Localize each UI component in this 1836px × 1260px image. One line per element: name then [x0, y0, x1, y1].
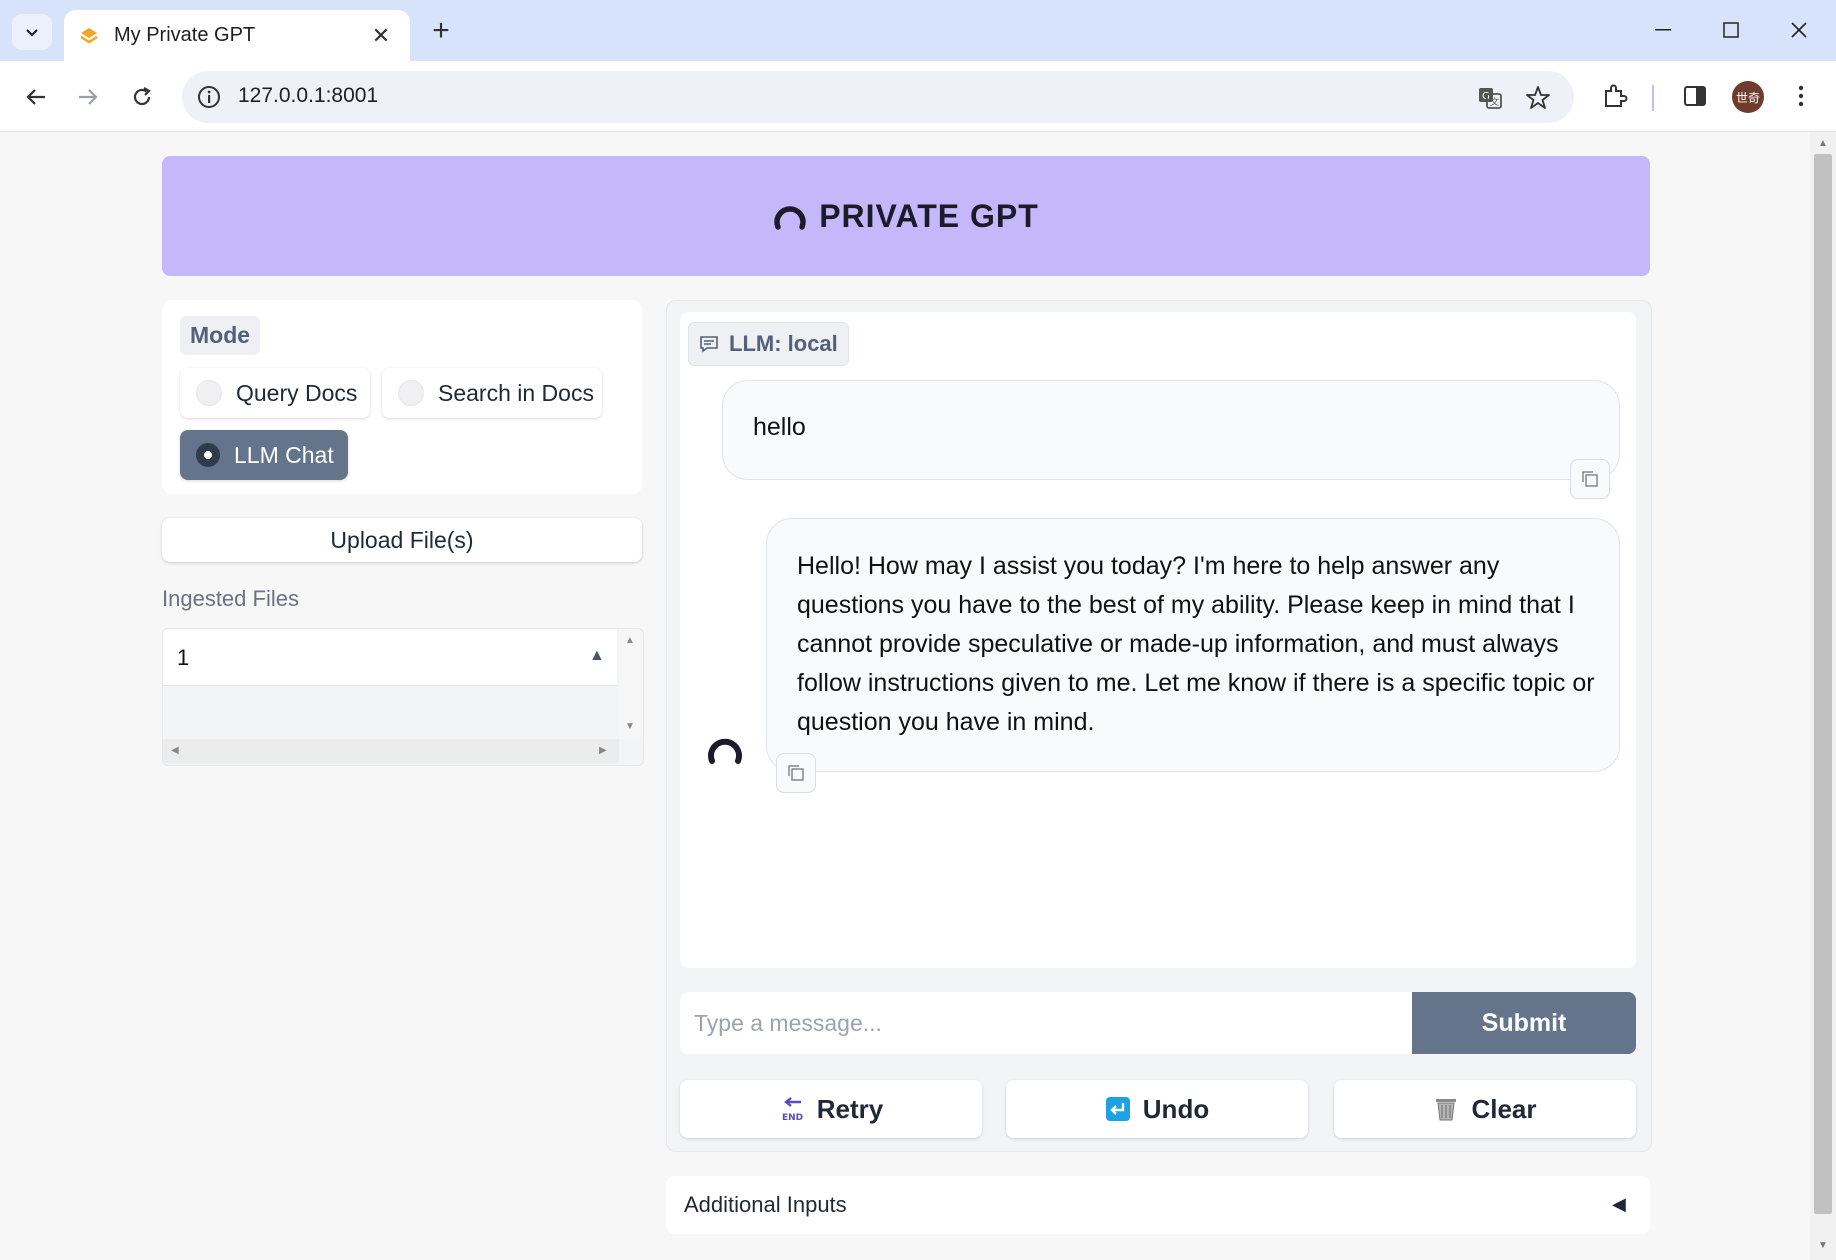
ingested-files-table: 1 ▲ ▲ ▼ ◀ ▶	[162, 628, 644, 766]
extensions-icon[interactable]	[1598, 79, 1632, 113]
radio-dot-selected[interactable]	[196, 443, 220, 467]
scroll-down-icon[interactable]: ▼	[1818, 1240, 1828, 1251]
chat-bubble-icon	[700, 336, 718, 353]
scrollbar-thumb[interactable]	[1814, 154, 1832, 1214]
minimize-icon[interactable]	[1638, 10, 1688, 50]
profile-avatar[interactable]: 世奇	[1732, 81, 1764, 113]
submit-button[interactable]: Submit	[1412, 992, 1636, 1054]
message-input[interactable]	[680, 992, 1412, 1054]
privategpt-favicon-icon	[78, 25, 100, 47]
mode-option-search-in-docs[interactable]: Search in Docs	[382, 368, 602, 418]
mode-option-query-docs[interactable]: Query Docs	[180, 368, 370, 418]
svg-text:G: G	[1482, 91, 1490, 102]
forward-icon[interactable]	[70, 79, 106, 115]
table-header[interactable]: 1 ▲	[163, 629, 617, 686]
chevron-down-icon	[26, 29, 38, 37]
radio-dot[interactable]	[196, 380, 222, 406]
radio-label: Search in Docs	[438, 379, 594, 406]
browser-tab[interactable]: My Private GPT ✕	[64, 10, 410, 61]
scroll-right-icon[interactable]: ▶	[599, 745, 607, 756]
svg-text:END: END	[782, 1113, 803, 1122]
scroll-left-icon[interactable]: ◀	[171, 745, 179, 756]
upload-files-button[interactable]: Upload File(s)	[162, 518, 642, 562]
close-tab-icon[interactable]: ✕	[366, 21, 396, 51]
radio-label: Query Docs	[236, 379, 358, 406]
privategpt-logo-icon	[774, 206, 806, 230]
caret-left-icon[interactable]: ◀	[1612, 1194, 1626, 1215]
user-message: hello	[722, 380, 1620, 480]
clear-button[interactable]: Clear	[1334, 1080, 1636, 1138]
copy-icon[interactable]	[776, 753, 816, 793]
end-arrow-icon: END	[779, 1096, 805, 1122]
clear-label: Clear	[1471, 1093, 1537, 1124]
retry-label: Retry	[816, 1093, 884, 1124]
url-text: 127.0.0.1:8001	[238, 84, 379, 107]
translate-icon[interactable]: G文	[1476, 84, 1504, 112]
radio-dot[interactable]	[398, 380, 424, 406]
browser-toolbar: 127.0.0.1:8001 G文 世奇	[0, 61, 1836, 132]
llm-badge-label: LLM: local	[729, 331, 838, 356]
wastebasket-icon	[1433, 1096, 1459, 1122]
menu-kebab-icon[interactable]	[1784, 79, 1818, 113]
bookmark-star-icon[interactable]	[1524, 84, 1552, 112]
back-icon[interactable]	[18, 79, 54, 115]
privategpt-logo-icon	[708, 738, 742, 764]
message-text: hello	[753, 413, 806, 441]
app-title: PRIVATE GPT	[819, 197, 1039, 234]
tab-title: My Private GPT	[114, 24, 256, 46]
new-tab-button[interactable]: +	[426, 16, 456, 46]
browser-tabstrip: My Private GPT ✕ +	[0, 0, 1836, 61]
sort-ascending-icon[interactable]: ▲	[589, 647, 605, 665]
mode-label: Mode	[180, 316, 261, 355]
scroll-up-icon[interactable]: ▲	[625, 635, 635, 646]
page-scrollbar[interactable]: ▲ ▼	[1810, 132, 1836, 1260]
toolbar-separator	[1652, 85, 1654, 111]
table-horizontal-scrollbar[interactable]: ◀ ▶	[163, 739, 619, 763]
copy-icon[interactable]	[1570, 459, 1610, 499]
tab-search-button[interactable]	[12, 14, 52, 50]
scroll-down-icon[interactable]: ▼	[625, 721, 635, 732]
side-panel-icon[interactable]	[1678, 79, 1712, 113]
maximize-icon[interactable]	[1706, 10, 1756, 50]
address-bar[interactable]: 127.0.0.1:8001 G文	[182, 71, 1574, 123]
additional-inputs-accordion[interactable]: Additional Inputs ◀	[666, 1176, 1650, 1234]
retry-button[interactable]: END Retry	[680, 1080, 982, 1138]
assistant-message: Hello! How may I assist you today? I'm h…	[766, 518, 1620, 772]
additional-inputs-label: Additional Inputs	[684, 1192, 847, 1217]
scroll-up-icon[interactable]: ▲	[1818, 138, 1828, 149]
undo-button[interactable]: Undo	[1006, 1080, 1308, 1138]
reload-icon[interactable]	[124, 79, 160, 115]
svg-text:文: 文	[1490, 96, 1499, 108]
ingested-files-label: Ingested Files	[162, 586, 299, 611]
column-header: 1	[177, 645, 190, 670]
table-vertical-scrollbar[interactable]: ▲ ▼	[619, 629, 641, 739]
llm-mode-badge: LLM: local	[688, 322, 849, 366]
mode-selector: Mode Query Docs Search in Docs LLM Chat	[162, 300, 642, 494]
mode-option-llm-chat[interactable]: LLM Chat	[180, 430, 348, 480]
radio-label: LLM Chat	[234, 441, 334, 468]
undo-label: Undo	[1142, 1093, 1210, 1124]
return-arrow-icon	[1105, 1096, 1131, 1122]
message-text: Hello! How may I assist you today? I'm h…	[797, 552, 1595, 736]
close-window-icon[interactable]	[1774, 10, 1824, 50]
site-info-icon[interactable]	[196, 84, 222, 110]
app-header: PRIVATE GPT	[162, 156, 1650, 276]
